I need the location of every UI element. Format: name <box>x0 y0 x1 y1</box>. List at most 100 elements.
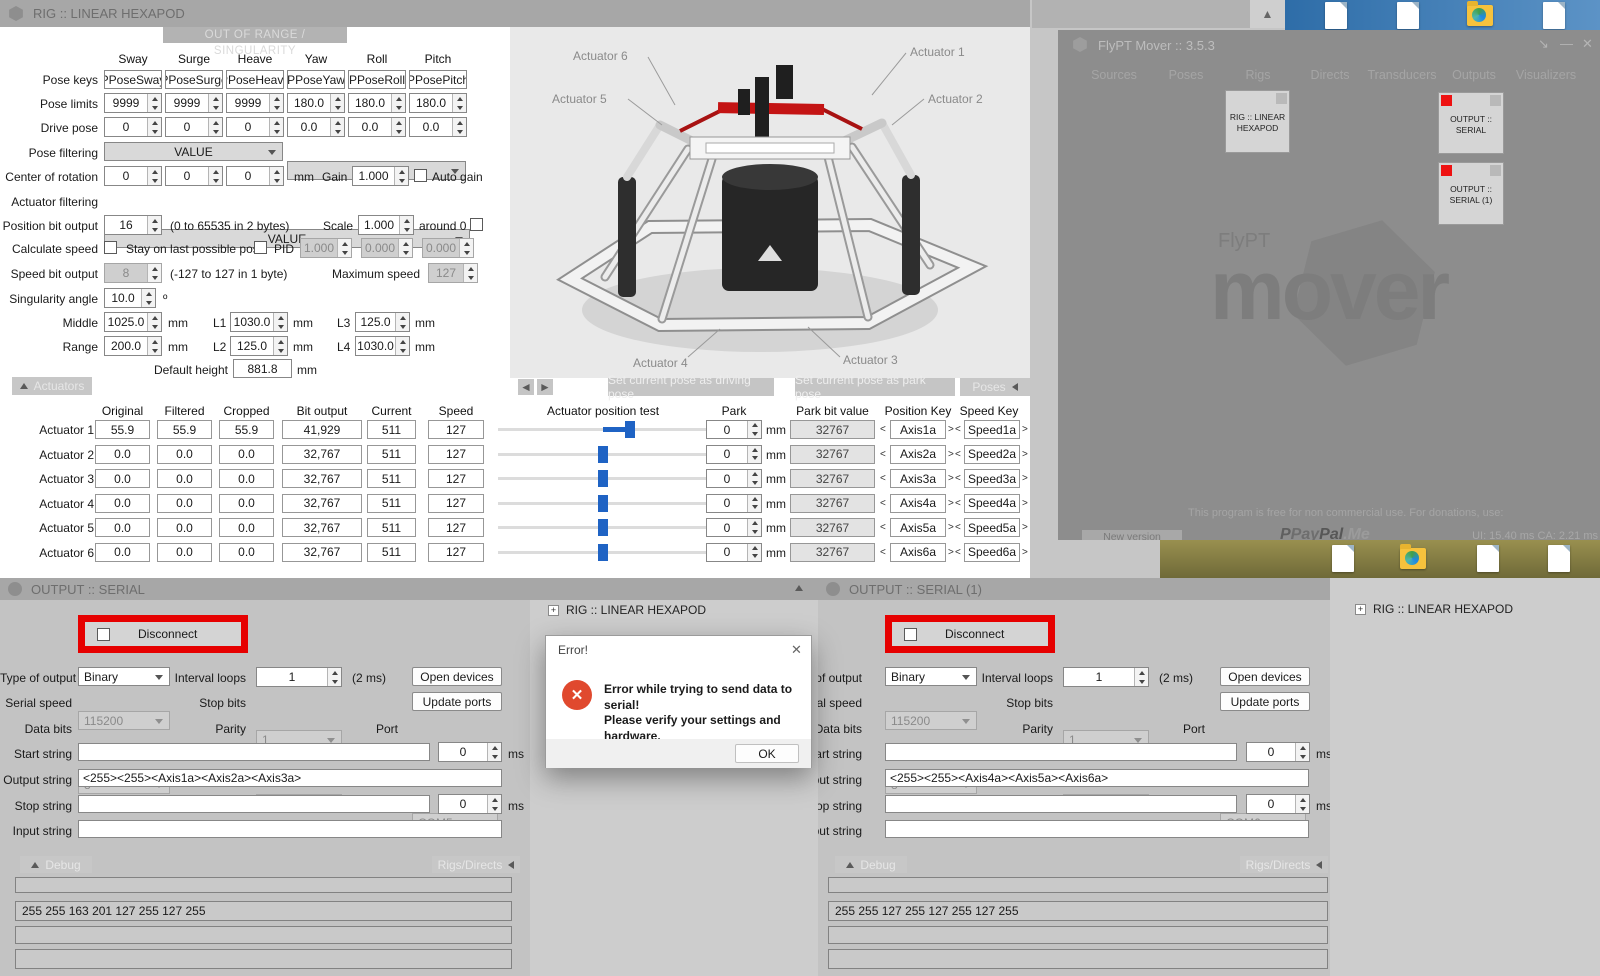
view-next-button[interactable]: ► <box>537 379 553 395</box>
menu-sources[interactable]: Sources <box>1078 68 1150 82</box>
center-y-spinner[interactable]: 0 <box>165 166 223 186</box>
start-delay-spinner[interactable]: 0 <box>438 742 502 762</box>
minimize-button[interactable]: — <box>1560 36 1573 51</box>
drive-pose-spinner[interactable]: 0 <box>104 117 162 137</box>
speed-key-next-button[interactable]: > <box>1022 547 1028 558</box>
position-key-prev-button[interactable]: < <box>880 449 886 460</box>
expand-icon[interactable]: + <box>1355 604 1366 615</box>
spinner-arrows-icon[interactable] <box>747 544 761 561</box>
document-icon[interactable] <box>1325 2 1347 29</box>
menu-rigs[interactable]: Rigs <box>1222 68 1294 82</box>
rig-tree-node[interactable]: + RIG :: LINEAR HEXAPOD <box>1355 602 1513 616</box>
disconnect-checkbox[interactable] <box>904 628 917 641</box>
position-key-next-button[interactable]: > <box>948 473 954 484</box>
rig-titlebar[interactable]: RIG :: LINEAR HEXAPOD <box>0 0 1030 27</box>
disconnect-toggle[interactable]: Disconnect <box>896 623 1044 645</box>
auto-gain-checkbox[interactable] <box>414 169 427 182</box>
stop-string-input[interactable] <box>885 795 1237 813</box>
spinner-arrows-icon[interactable] <box>1295 743 1309 761</box>
open-devices-button[interactable]: Open devices <box>412 667 502 686</box>
output-string-input[interactable]: <255><255><Axis4a><Axis5a><Axis6a> <box>885 769 1309 787</box>
spinner-arrows-icon[interactable] <box>141 289 155 307</box>
position-key-next-button[interactable]: > <box>948 449 954 460</box>
start-delay-spinner[interactable]: 0 <box>1246 742 1310 762</box>
spinner-arrows-icon[interactable] <box>327 668 341 686</box>
spinner-arrows-icon[interactable] <box>269 118 283 136</box>
spinner-arrows-icon[interactable] <box>452 118 466 136</box>
position-key-prev-button[interactable]: < <box>880 522 886 533</box>
speed-key-prev-button[interactable]: < <box>955 449 961 460</box>
position-key-value[interactable]: Axis3a <box>890 469 946 488</box>
type-of-output-select[interactable]: Binary <box>885 667 977 686</box>
position-key-prev-button[interactable]: < <box>880 424 886 435</box>
stop-string-input[interactable] <box>78 795 430 813</box>
debug-tab[interactable]: Debug <box>20 856 92 873</box>
position-test-slider[interactable] <box>598 544 608 561</box>
debug-box[interactable] <box>15 926 512 944</box>
speed-key-prev-button[interactable]: < <box>955 547 961 558</box>
debug-tab[interactable]: Debug <box>835 856 907 873</box>
stop-delay-spinner[interactable]: 0 <box>438 794 502 814</box>
position-test-slider[interactable] <box>598 470 608 487</box>
type-of-output-select[interactable]: Binary <box>78 667 170 686</box>
spinner-arrows-icon[interactable] <box>747 495 761 512</box>
pose-limit-spinner[interactable]: 180.0 <box>348 93 406 113</box>
drive-pose-spinner[interactable]: 0 <box>165 117 223 137</box>
spinner-arrows-icon[interactable] <box>147 167 161 185</box>
debug-box[interactable] <box>15 949 512 969</box>
position-key-value[interactable]: Axis4a <box>890 494 946 513</box>
spinner-arrows-icon[interactable] <box>487 795 501 813</box>
debug-box[interactable] <box>828 926 1328 944</box>
pose-limit-spinner[interactable]: 9999 <box>226 93 284 113</box>
calculate-speed-checkbox[interactable] <box>104 241 117 254</box>
rigs-directs-tab[interactable]: Rigs/Directs <box>432 856 520 873</box>
spinner-arrows-icon[interactable] <box>147 118 161 136</box>
rig-tree-node[interactable]: + RIG :: LINEAR HEXAPOD <box>548 603 706 617</box>
menu-poses[interactable]: Poses <box>1150 68 1222 82</box>
around-zero-checkbox[interactable] <box>470 218 483 231</box>
park-spinner[interactable]: 0 <box>706 445 762 464</box>
spinner-arrows-icon[interactable] <box>208 118 222 136</box>
speed-key-value[interactable]: Speed6a <box>964 543 1020 562</box>
ok-button[interactable]: OK <box>735 744 799 763</box>
view-prev-button[interactable]: ◄ <box>518 379 534 395</box>
center-z-spinner[interactable]: 0 <box>226 166 284 186</box>
speed-key-next-button[interactable]: > <box>1022 449 1028 460</box>
pid-checkbox[interactable] <box>254 241 267 254</box>
speed-key-value[interactable]: Speed2a <box>964 445 1020 464</box>
spinner-arrows-icon[interactable] <box>269 94 283 112</box>
update-ports-button[interactable]: Update ports <box>1220 692 1310 711</box>
output-serial-1-card[interactable]: OUTPUT :: SERIAL (1) <box>1438 162 1504 225</box>
spinner-arrows-icon[interactable] <box>391 94 405 112</box>
position-test-slider[interactable] <box>625 421 635 438</box>
document-icon[interactable] <box>1397 2 1419 29</box>
center-x-spinner[interactable]: 0 <box>104 166 162 186</box>
spinner-arrows-icon[interactable] <box>452 94 466 112</box>
spinner-arrows-icon[interactable] <box>330 94 344 112</box>
collapse-button[interactable]: ▲ <box>1250 0 1285 28</box>
spinner-arrows-icon[interactable] <box>147 216 161 234</box>
stop-delay-spinner[interactable]: 0 <box>1246 794 1310 814</box>
pose-key-input[interactable]: PPoseHeave <box>226 70 284 89</box>
park-spinner[interactable]: 0 <box>706 469 762 488</box>
speed-key-value[interactable]: Speed1a <box>964 420 1020 439</box>
singularity-spinner[interactable]: 10.0 <box>104 288 156 308</box>
spinner-arrows-icon[interactable] <box>147 337 161 355</box>
pose-key-input[interactable]: PPoseYaw <box>287 70 345 89</box>
spinner-arrows-icon[interactable] <box>330 118 344 136</box>
pose-limit-spinner[interactable]: 180.0 <box>409 93 467 113</box>
middle-spinner[interactable]: 1025.0 <box>104 312 162 332</box>
speed-key-next-button[interactable]: > <box>1022 424 1028 435</box>
debug-box[interactable] <box>15 877 512 893</box>
speed-key-value[interactable]: Speed5a <box>964 518 1020 537</box>
output-string-input[interactable]: <255><255><Axis1a><Axis2a><Axis3a> <box>78 769 502 787</box>
pose-limit-spinner[interactable]: 180.0 <box>287 93 345 113</box>
interval-loops-spinner[interactable]: 1 <box>1063 667 1149 687</box>
park-spinner[interactable]: 0 <box>706 543 762 562</box>
serial-1-titlebar[interactable]: OUTPUT :: SERIAL (1) <box>818 578 1330 600</box>
pose-limit-spinner[interactable]: 9999 <box>104 93 162 113</box>
document-icon[interactable] <box>1543 2 1565 29</box>
spinner-arrows-icon[interactable] <box>391 118 405 136</box>
spinner-arrows-icon[interactable] <box>399 216 413 234</box>
speed-key-next-button[interactable]: > <box>1022 522 1028 533</box>
